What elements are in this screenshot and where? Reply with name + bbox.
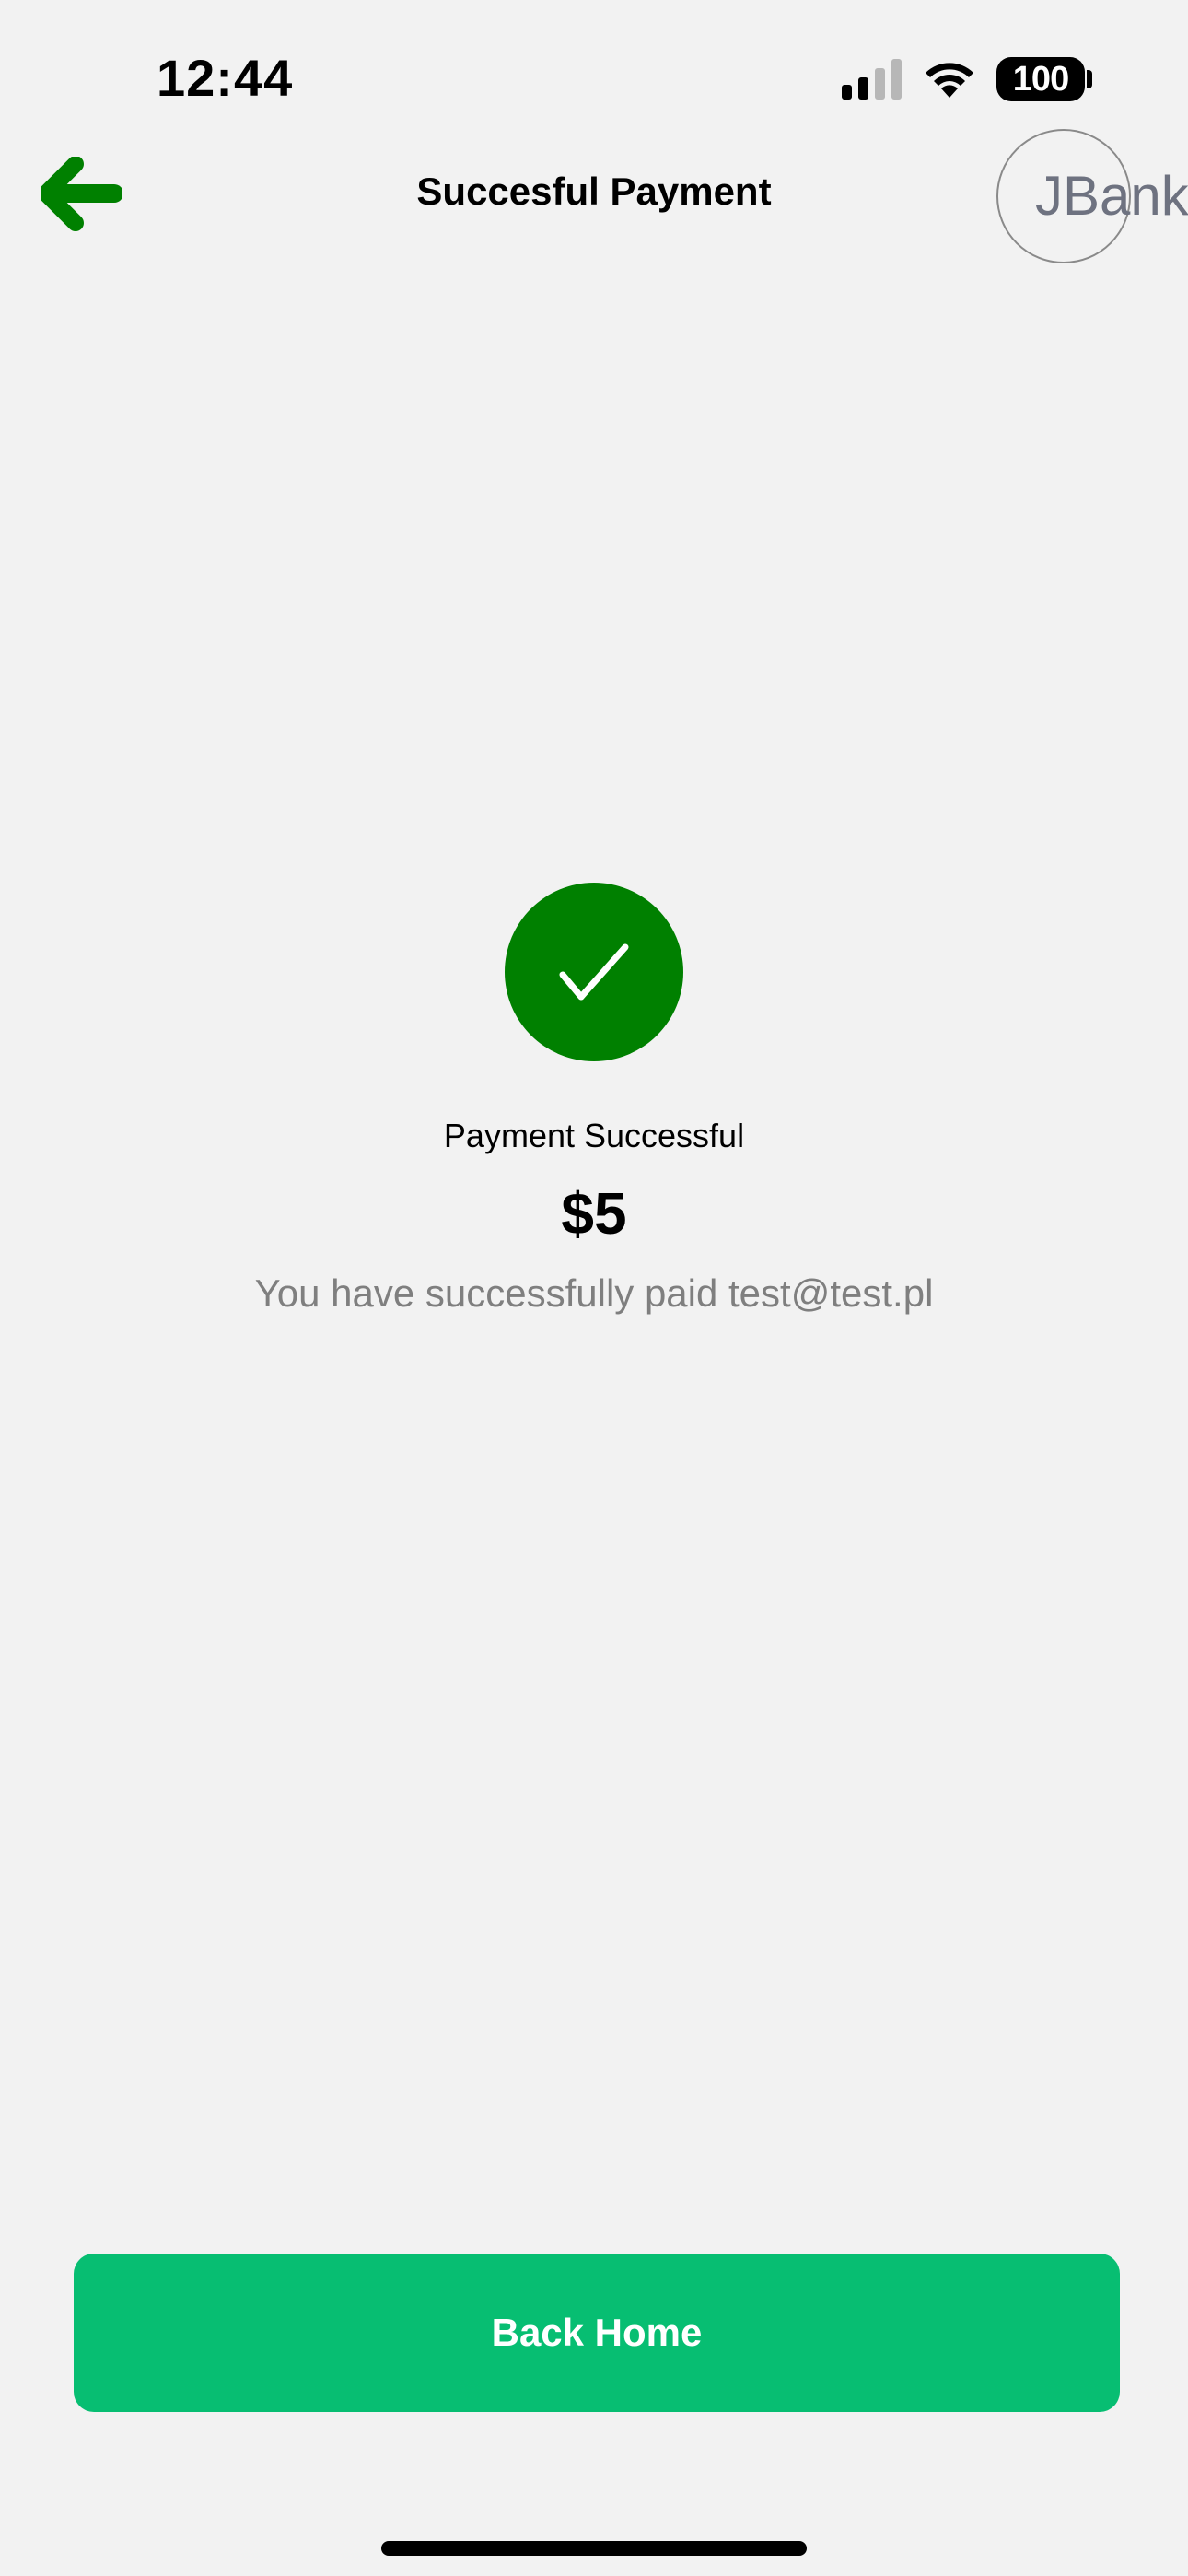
status-time: 12:44 bbox=[157, 49, 294, 107]
success-badge bbox=[505, 883, 683, 1061]
checkmark-icon bbox=[559, 943, 629, 1001]
payment-description: You have successfully paid test@test.pl bbox=[254, 1271, 934, 1315]
battery-icon: 100 bbox=[996, 57, 1085, 101]
logo-text: JBank bbox=[1035, 165, 1188, 227]
battery-cap bbox=[1087, 70, 1092, 88]
payment-success-screen: 12:44 100 Succesful Payment JBank Paymen… bbox=[0, 0, 1188, 2576]
home-indicator[interactable] bbox=[381, 2541, 807, 2556]
wifi-icon bbox=[926, 63, 973, 98]
payment-amount: $5 bbox=[561, 1180, 627, 1247]
cellular-signal-icon bbox=[842, 59, 902, 100]
back-home-button[interactable]: Back Home bbox=[74, 2254, 1120, 2412]
status-label: Payment Successful bbox=[443, 1117, 745, 1154]
